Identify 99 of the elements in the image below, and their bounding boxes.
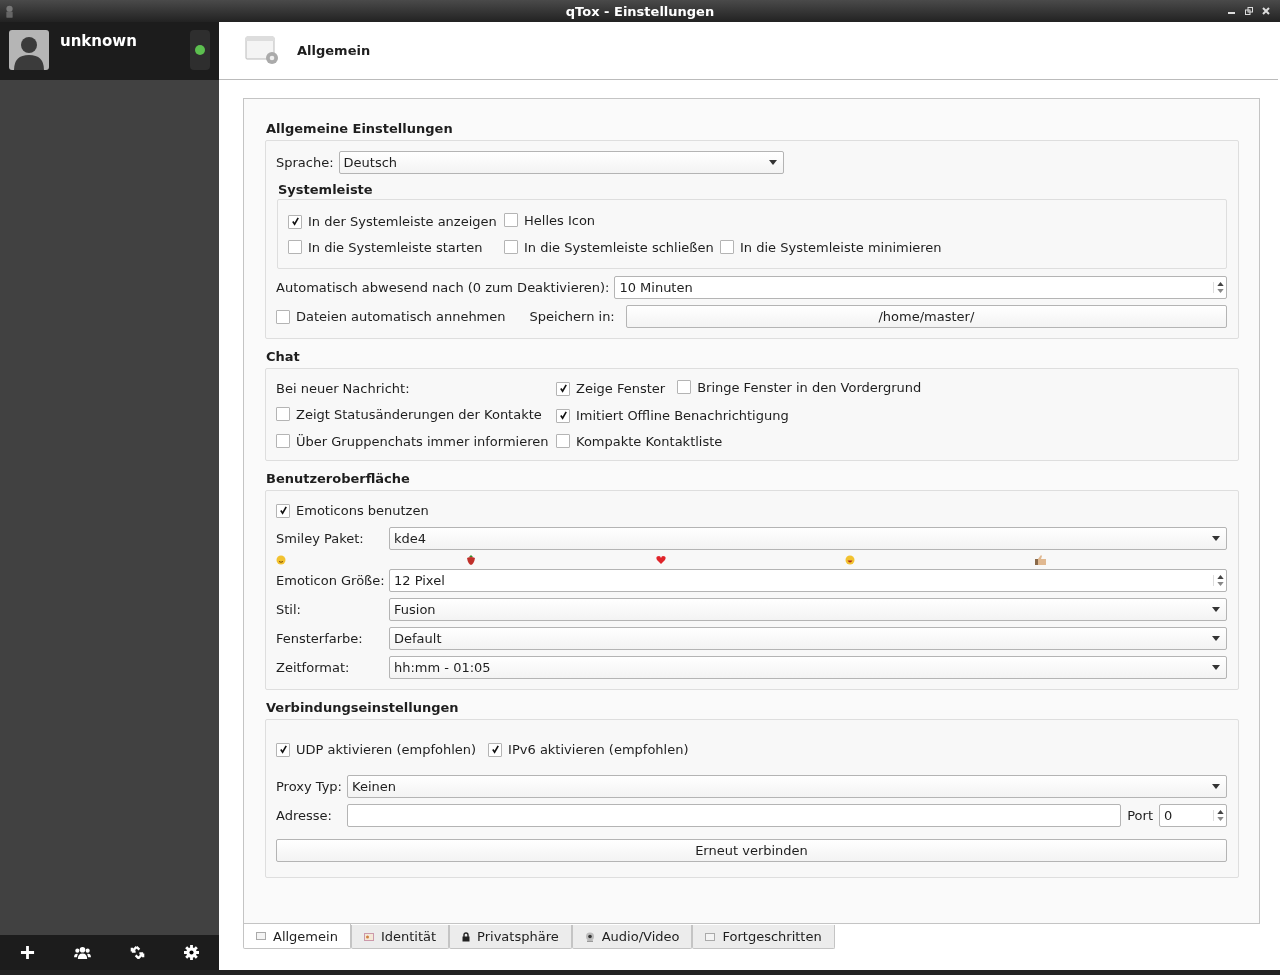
strawberry-icon bbox=[465, 555, 476, 565]
smiley-icon bbox=[276, 555, 286, 565]
reconnect-button[interactable]: Erneut verbinden bbox=[276, 839, 1227, 862]
window-icon bbox=[705, 932, 716, 941]
checkbox[interactable] bbox=[276, 503, 290, 518]
close-icon[interactable] bbox=[1262, 7, 1270, 15]
page-title: Allgemein bbox=[297, 43, 371, 58]
tab[interactable]: Privatsphäre bbox=[449, 925, 572, 949]
folder-path-button[interactable]: /home/master/ bbox=[625, 305, 1227, 328]
tab[interactable]: Identität bbox=[350, 925, 450, 949]
settings-window-icon bbox=[245, 35, 281, 66]
checkbox[interactable] bbox=[276, 742, 290, 757]
checkbox-option[interactable]: Helles Icon bbox=[504, 212, 596, 228]
address-field[interactable] bbox=[347, 804, 1122, 827]
dropdown[interactable]: Keinen bbox=[347, 775, 1227, 798]
field-label: Bei neuer Nachricht: bbox=[276, 381, 410, 396]
checkbox-option[interactable]: Kompakte Kontaktliste bbox=[556, 433, 723, 449]
caret-icon bbox=[1212, 607, 1220, 612]
restore-icon[interactable] bbox=[1245, 7, 1253, 15]
checkbox[interactable] bbox=[488, 742, 503, 757]
section-title: Verbindungseinstellungen bbox=[266, 699, 460, 717]
tab[interactable]: Allgemein bbox=[243, 924, 351, 949]
dropdown[interactable]: Default bbox=[389, 627, 1227, 650]
section-title: Allgemeine Einstellungen bbox=[266, 120, 454, 138]
dropdown[interactable]: Deutsch bbox=[338, 151, 784, 174]
arrow-up-icon bbox=[1217, 575, 1224, 579]
checkbox-option[interactable]: In die Systemleiste starten bbox=[288, 239, 483, 255]
lock-icon bbox=[462, 931, 471, 942]
checkbox-option[interactable]: Bringe Fenster in den Vordergrund bbox=[677, 379, 922, 395]
spin-box[interactable]: 0 bbox=[1159, 804, 1227, 827]
checkbox-option[interactable]: Über Gruppenchats immer informieren bbox=[276, 433, 549, 449]
arrow-down-icon bbox=[1217, 582, 1224, 586]
checkbox[interactable] bbox=[504, 213, 518, 228]
arrow-up-icon bbox=[1217, 282, 1224, 286]
section-title: Benutzeroberfläche bbox=[266, 470, 411, 488]
checkbox[interactable] bbox=[288, 240, 302, 255]
checkbox-option[interactable]: In der Systemleiste anzeigen bbox=[288, 214, 497, 229]
field-label: Adresse: bbox=[276, 808, 333, 823]
caret-icon bbox=[768, 160, 777, 165]
transfer-icon[interactable] bbox=[130, 945, 146, 960]
field-label: Speichern in: bbox=[529, 309, 615, 324]
checkbox[interactable] bbox=[677, 380, 692, 395]
field-label: Sprache: bbox=[276, 155, 334, 170]
section-title: Systemleiste bbox=[278, 182, 374, 198]
avatar-icon[interactable] bbox=[9, 30, 49, 70]
thumbs-up-icon bbox=[1035, 555, 1047, 565]
webcam-icon bbox=[584, 931, 595, 942]
checkbox-option[interactable]: Imitiert Offline Benachrichtigung bbox=[556, 408, 789, 423]
checkbox-option[interactable]: UDP aktivieren (empfohlen) bbox=[276, 742, 477, 757]
arrow-down-icon bbox=[1217, 289, 1224, 293]
group-icon[interactable] bbox=[73, 945, 91, 960]
add-icon[interactable] bbox=[19, 945, 35, 960]
app-icon bbox=[5, 4, 14, 18]
arrow-down-icon bbox=[1217, 817, 1224, 821]
caret-icon bbox=[1212, 784, 1220, 789]
heart-icon bbox=[655, 555, 666, 565]
checkbox[interactable] bbox=[556, 434, 570, 449]
status-button[interactable] bbox=[190, 30, 210, 70]
section-title: Chat bbox=[266, 348, 301, 366]
checkbox-option[interactable]: In die Systemleiste minimieren bbox=[720, 239, 942, 255]
checkbox-option[interactable]: Zeigt Statusänderungen der Kontakte bbox=[276, 406, 542, 422]
field-label: Zeitformat: bbox=[276, 660, 351, 675]
field-label: Smiley Paket: bbox=[276, 531, 365, 546]
user-name: unknown bbox=[60, 32, 137, 50]
field-label: Emoticon Größe: bbox=[276, 573, 384, 588]
field-label: Automatisch abwesend nach (0 zum Deaktivieren): bbox=[276, 280, 610, 295]
checkbox-option[interactable]: In die Systemleiste schließen bbox=[504, 239, 714, 255]
checkbox[interactable] bbox=[556, 408, 570, 423]
dropdown[interactable]: kde4 bbox=[389, 527, 1227, 550]
checkbox[interactable] bbox=[556, 381, 570, 396]
dropdown[interactable]: hh:mm - 01:05 bbox=[389, 656, 1227, 679]
field-label: Stil: bbox=[276, 602, 302, 617]
checkbox[interactable] bbox=[720, 240, 734, 255]
field-label: Port bbox=[1127, 808, 1153, 823]
checkbox-option[interactable]: Zeige Fenster bbox=[556, 381, 666, 396]
checkbox-option[interactable]: Dateien automatisch annehmen bbox=[276, 309, 506, 324]
tab[interactable]: Audio/Video bbox=[571, 925, 693, 949]
arrow-up-icon bbox=[1217, 810, 1224, 814]
spin-box[interactable]: 12 Pixel bbox=[389, 569, 1227, 592]
dropdown[interactable]: Fusion bbox=[389, 598, 1227, 621]
settings-icon[interactable] bbox=[184, 945, 200, 960]
caret-icon bbox=[1212, 636, 1220, 641]
checkbox-option[interactable]: Emoticons benutzen bbox=[276, 503, 429, 518]
window-icon bbox=[256, 932, 266, 940]
checkbox[interactable] bbox=[504, 240, 518, 255]
field-label: Fensterfarbe: bbox=[276, 631, 364, 646]
window-title: qTox - Einstellungen bbox=[565, 3, 715, 19]
checkbox-option[interactable]: IPv6 aktivieren (empfohlen) bbox=[488, 742, 689, 757]
spin-box[interactable]: 10 Minuten bbox=[614, 276, 1227, 299]
checkbox[interactable] bbox=[276, 407, 290, 422]
checkbox[interactable] bbox=[276, 309, 290, 324]
caret-icon bbox=[1212, 665, 1220, 670]
checkbox[interactable] bbox=[276, 434, 290, 449]
field-label: Proxy Typ: bbox=[276, 779, 342, 794]
tab[interactable]: Fortgeschritten bbox=[692, 925, 835, 949]
id-card-icon bbox=[363, 932, 374, 941]
checkbox[interactable] bbox=[288, 214, 302, 229]
caret-icon bbox=[1212, 536, 1220, 541]
laughing-face-icon bbox=[845, 555, 856, 565]
